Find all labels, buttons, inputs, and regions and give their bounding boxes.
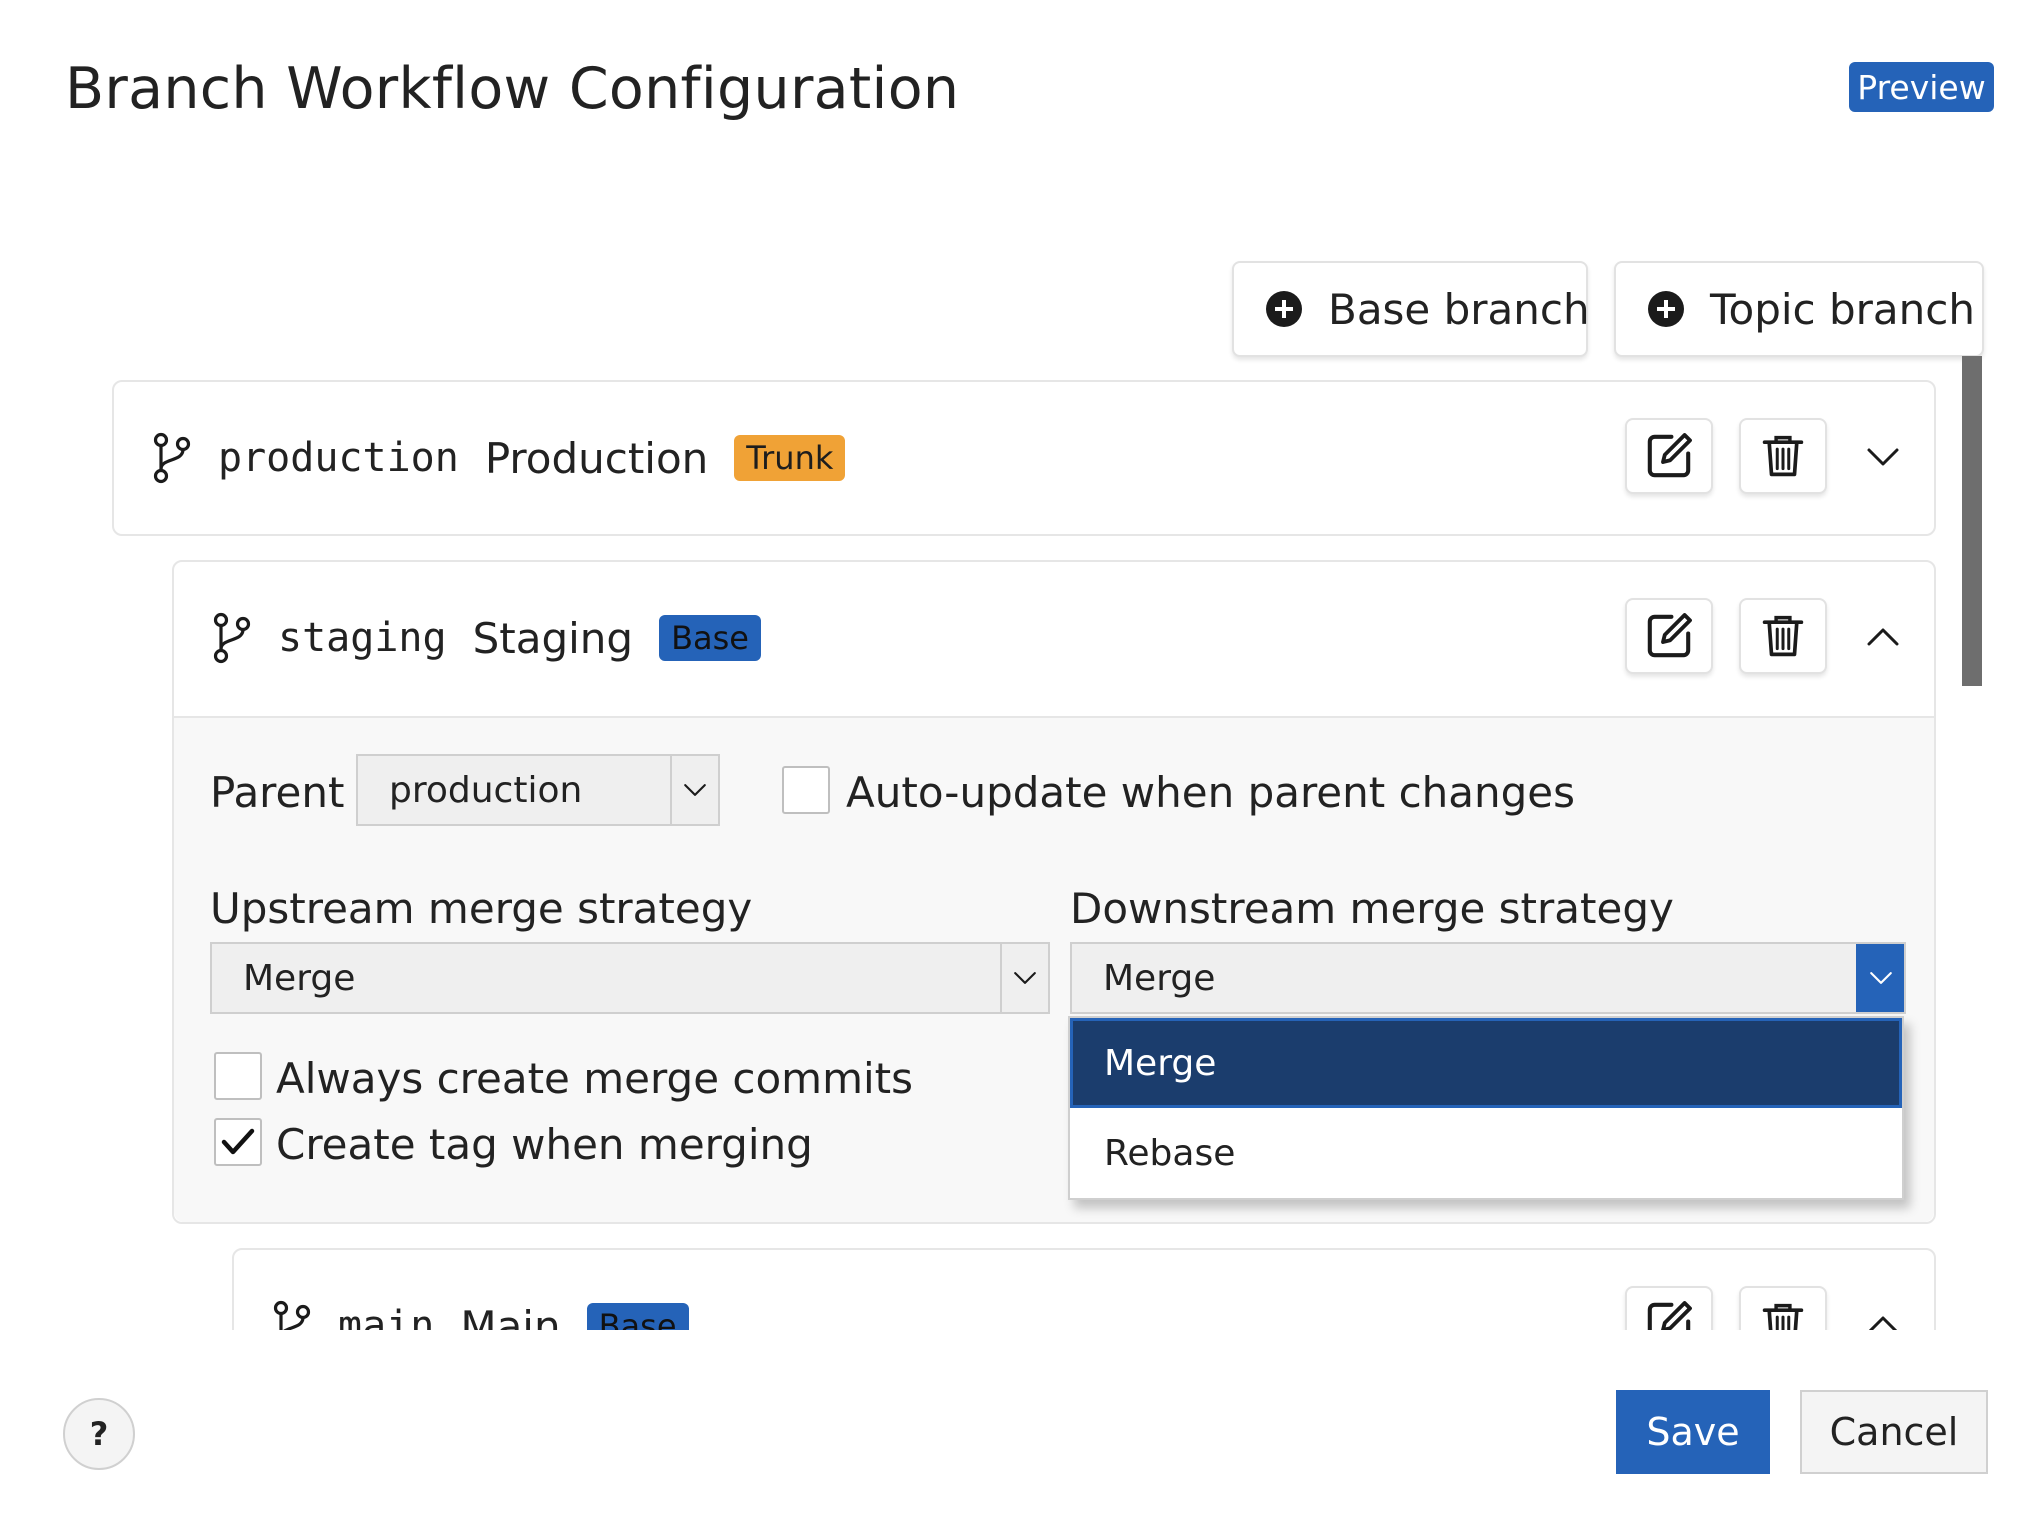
branch-code-name: staging <box>278 615 447 661</box>
trash-icon <box>1760 612 1806 660</box>
parent-select-value: production <box>389 769 583 811</box>
edit-button[interactable] <box>1625 598 1713 674</box>
plus-circle-icon <box>1648 291 1684 327</box>
cancel-button[interactable]: Cancel <box>1800 1390 1988 1474</box>
branch-icon <box>152 432 192 484</box>
downstream-strategy-value: Merge <box>1103 957 1216 999</box>
help-button[interactable]: ? <box>63 1398 135 1470</box>
trash-icon <box>1760 1300 1806 1330</box>
collapse-button[interactable] <box>1858 1300 1908 1330</box>
branch-icon <box>272 1300 312 1330</box>
branch-header: main Main Base <box>272 1300 689 1330</box>
edit-button[interactable] <box>1625 1286 1713 1330</box>
checkmark-icon <box>221 1128 255 1155</box>
always-merge-commits-checkbox[interactable] <box>214 1052 262 1100</box>
base-badge: Base <box>586 1303 689 1330</box>
preview-badge: Preview <box>1849 62 1994 112</box>
branch-header: staging Staging Base <box>212 612 761 664</box>
option-rebase[interactable]: Rebase <box>1070 1108 1902 1198</box>
trash-icon <box>1760 432 1806 480</box>
delete-button[interactable] <box>1739 418 1827 494</box>
branch-header: production Production Trunk <box>152 432 846 484</box>
upstream-strategy-label: Upstream merge strategy <box>210 884 753 933</box>
downstream-strategy-label: Downstream merge strategy <box>1070 884 1674 933</box>
chevron-down-icon <box>670 756 718 824</box>
branch-display-name: Main <box>460 1301 561 1331</box>
auto-update-label: Auto-update when parent changes <box>846 768 1576 817</box>
delete-button[interactable] <box>1739 1286 1827 1330</box>
chevron-up-icon <box>1863 1305 1903 1330</box>
add-base-branch-label: Base branch <box>1328 284 1590 334</box>
chevron-down-icon <box>1000 944 1048 1012</box>
branch-display-name: Production <box>484 433 709 483</box>
parent-label: Parent <box>210 768 345 817</box>
branch-card-main: main Main Base <box>232 1248 1936 1330</box>
edit-icon <box>1645 432 1693 480</box>
expand-button[interactable] <box>1858 432 1908 482</box>
branch-icon <box>212 612 252 664</box>
save-button[interactable]: Save <box>1616 1390 1770 1474</box>
add-topic-branch-label: Topic branch <box>1710 284 1975 334</box>
branch-code-name: production <box>218 435 459 481</box>
edit-icon <box>1645 612 1693 660</box>
create-tag-label: Create tag when merging <box>276 1120 813 1169</box>
delete-button[interactable] <box>1739 598 1827 674</box>
dialog-title: Branch Workflow Configuration <box>65 56 960 122</box>
option-merge[interactable]: Merge <box>1070 1018 1902 1108</box>
add-base-branch-button[interactable]: Base branch <box>1232 261 1590 357</box>
auto-update-checkbox[interactable] <box>782 766 830 814</box>
chevron-down-icon <box>1856 944 1904 1012</box>
plus-circle-icon <box>1266 291 1302 327</box>
always-merge-commits-label: Always create merge commits <box>276 1054 914 1103</box>
downstream-strategy-select[interactable]: Merge <box>1070 942 1906 1014</box>
edit-icon <box>1645 1300 1693 1330</box>
chevron-up-icon <box>1863 617 1903 657</box>
branch-card-production: production Production Trunk <box>112 380 1936 536</box>
parent-select[interactable]: production <box>356 754 720 826</box>
base-badge: Base <box>659 615 761 661</box>
branch-display-name: Staging <box>472 613 634 663</box>
edit-button[interactable] <box>1625 418 1713 494</box>
scrollbar-thumb[interactable] <box>1962 356 1982 686</box>
collapse-button[interactable] <box>1858 612 1908 662</box>
upstream-strategy-value: Merge <box>243 957 356 999</box>
add-topic-branch-button[interactable]: Topic branch <box>1614 261 1984 357</box>
trunk-badge: Trunk <box>734 435 846 481</box>
chevron-down-icon <box>1863 437 1903 477</box>
downstream-strategy-options: Merge Rebase <box>1068 1016 1904 1200</box>
upstream-strategy-select[interactable]: Merge <box>210 942 1050 1014</box>
branch-code-name: main <box>338 1303 435 1330</box>
create-tag-checkbox[interactable] <box>214 1118 262 1166</box>
